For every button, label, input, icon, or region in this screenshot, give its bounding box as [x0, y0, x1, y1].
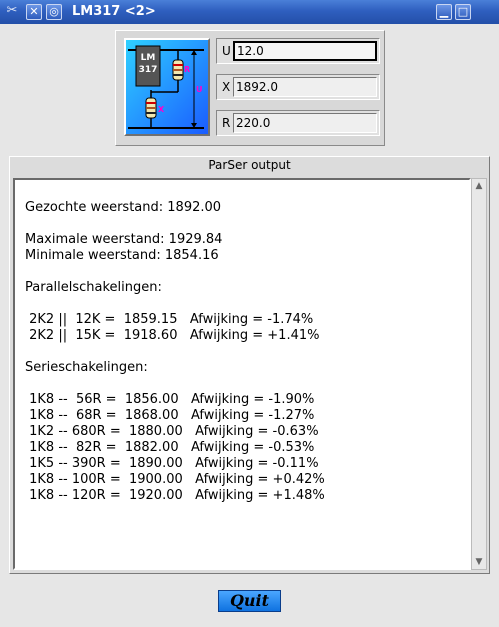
output-line: Gezochte weerstand: 1892.00 [25, 200, 222, 215]
output-title: ParSer output [208, 158, 291, 172]
output-lines: Gezochte weerstand: 1892.00 Maximale wee… [25, 200, 325, 504]
output-line: 2K2 || 12K = 1859.15 Afwijking = -1.74% [25, 312, 314, 327]
title-bar: ✂ ✕ ◎ LM317 <2> ▁ □ [0, 0, 499, 24]
close-icon[interactable]: ✕ [26, 4, 42, 20]
svg-text:R: R [184, 65, 190, 74]
x-label: X [222, 80, 231, 94]
output-line: 1K8 -- 56R = 1856.00 Afwijking = -1.90% [25, 392, 315, 407]
x-input[interactable]: 1892.0 [233, 77, 377, 97]
scroll-down-icon[interactable]: ▼ [473, 556, 485, 568]
svg-text:X: X [158, 105, 165, 114]
output-line: 1K5 -- 390R = 1890.00 Afwijking = -0.11% [25, 456, 319, 471]
svg-text:317: 317 [139, 65, 158, 75]
u-field: U 12.0 [216, 38, 380, 64]
window-title: LM317 <2> [72, 4, 156, 19]
quit-button[interactable]: Quit [218, 590, 281, 612]
r-label: R [222, 116, 231, 130]
output-line: 2K2 || 15K = 1918.60 Afwijking = +1.41% [25, 328, 320, 343]
u-input[interactable]: 12.0 [233, 41, 377, 61]
output-line: 1K8 -- 68R = 1868.00 Afwijking = -1.27% [25, 408, 315, 423]
output-scrollbar[interactable]: ▲ ▼ [471, 178, 487, 570]
output-line: Parallelschakelingen: [25, 280, 162, 295]
svg-text:LM: LM [141, 53, 156, 63]
output-line: 1K8 -- 100R = 1900.00 Afwijking = +0.42% [25, 472, 325, 487]
sticky-icon[interactable]: ◎ [46, 4, 62, 20]
maximize-icon[interactable]: □ [455, 4, 471, 20]
scroll-up-icon[interactable]: ▲ [473, 180, 485, 192]
svg-text:U: U [196, 85, 203, 94]
app-menu-icon[interactable]: ✂ [4, 4, 20, 20]
output-line: Minimale weerstand: 1854.16 [25, 248, 219, 263]
output-line: 1K8 -- 82R = 1882.00 Afwijking = -0.53% [25, 440, 315, 455]
output-line: Maximale weerstand: 1929.84 [25, 232, 223, 247]
u-label: U [222, 44, 231, 58]
output-line: 1K2 -- 680R = 1880.00 Afwijking = -0.63% [25, 424, 319, 439]
minimize-icon[interactable]: ▁ [436, 4, 452, 20]
circuit-logo: LM 317 R X U [124, 38, 210, 136]
output-line: 1K8 -- 120R = 1920.00 Afwijking = +1.48% [25, 488, 325, 503]
x-field: X 1892.0 [216, 74, 380, 100]
r-input[interactable]: 220.0 [233, 113, 377, 133]
r-field: R 220.0 [216, 110, 380, 136]
output-line: Serieschakelingen: [25, 360, 148, 375]
circuit-diagram-icon: LM 317 R X U [126, 40, 208, 134]
